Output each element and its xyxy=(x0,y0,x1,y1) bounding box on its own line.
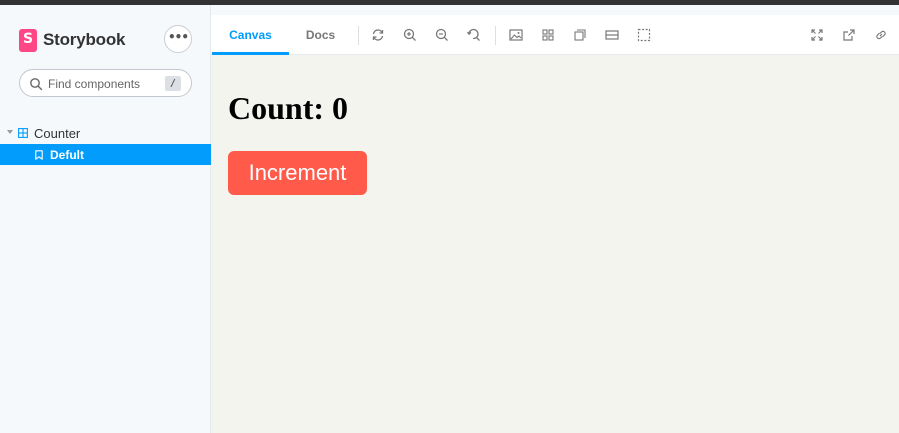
outline-icon[interactable] xyxy=(636,27,652,43)
zoom-out-icon[interactable] xyxy=(434,27,450,43)
sidebar: Storybook ••• / Counter Defult xyxy=(0,5,211,433)
tab-canvas[interactable]: Canvas xyxy=(212,15,289,55)
search-input[interactable] xyxy=(48,75,173,92)
component-icon xyxy=(18,128,28,138)
count-heading: Count: 0 xyxy=(228,90,349,126)
grid-icon[interactable] xyxy=(540,27,556,43)
brand[interactable]: Storybook xyxy=(19,28,125,52)
zoom-reset-icon[interactable] xyxy=(466,27,482,43)
preview-canvas: Count: 0 Increment xyxy=(211,55,899,433)
toolbar-divider xyxy=(358,26,359,45)
increment-button[interactable]: Increment xyxy=(228,151,367,195)
sidebar-item-label: Counter xyxy=(34,126,81,141)
bookmark-icon xyxy=(35,150,43,160)
tab-docs[interactable]: Docs xyxy=(289,15,352,55)
sidebar-item-defult[interactable]: Defult xyxy=(0,144,211,165)
sidebar-item-counter[interactable]: Counter xyxy=(0,123,211,144)
menu-button[interactable]: ••• xyxy=(164,25,192,53)
search-icon xyxy=(30,78,43,91)
sidebar-item-label: Defult xyxy=(50,148,84,162)
copy-link-icon[interactable] xyxy=(873,27,889,43)
background-icon[interactable] xyxy=(508,27,524,43)
reload-icon[interactable] xyxy=(370,27,386,43)
fullscreen-icon[interactable] xyxy=(809,27,825,43)
toolbar: Canvas Docs xyxy=(211,15,899,55)
brand-name: Storybook xyxy=(43,30,126,49)
measure-icon[interactable] xyxy=(604,27,620,43)
search-box[interactable]: / xyxy=(19,69,192,97)
chevron-down-icon[interactable] xyxy=(7,130,13,134)
toolbar-divider xyxy=(495,26,496,45)
more-icon: ••• xyxy=(167,30,189,44)
viewport-icon[interactable] xyxy=(572,27,588,43)
main-panel: Canvas Docs Count: 0 Increment xyxy=(211,15,899,433)
open-new-tab-icon[interactable] xyxy=(841,27,857,43)
storybook-logo-icon xyxy=(19,28,37,52)
search-shortcut-key: / xyxy=(165,76,181,91)
zoom-in-icon[interactable] xyxy=(402,27,418,43)
